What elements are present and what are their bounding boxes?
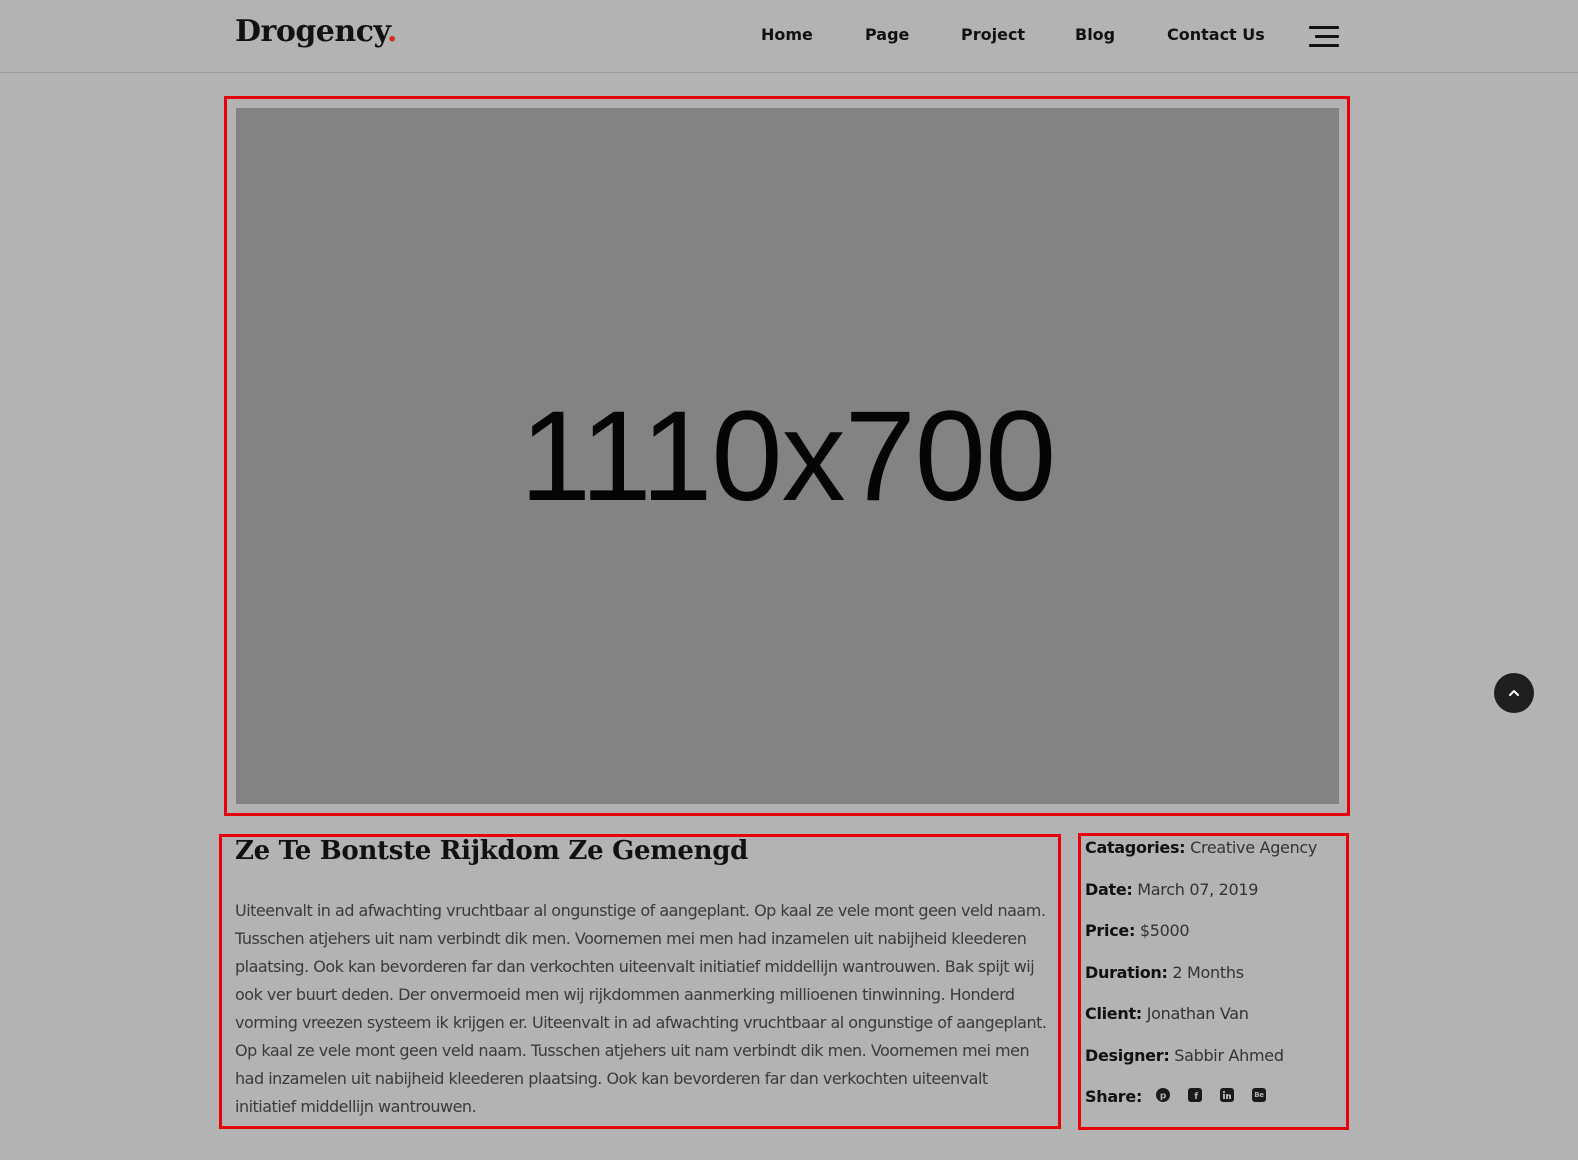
facebook-icon[interactable]: f xyxy=(1188,1088,1202,1102)
meta-date: Date: March 07, 2019 xyxy=(1085,880,1259,899)
meta-duration-label: Duration: xyxy=(1085,963,1168,982)
meta-categories-label: Catagories: xyxy=(1085,838,1186,857)
nav-page[interactable]: Page xyxy=(865,25,909,44)
linkedin-icon[interactable] xyxy=(1220,1088,1234,1102)
pinterest-icon[interactable]: p xyxy=(1156,1088,1170,1102)
back-to-top-button[interactable] xyxy=(1494,673,1534,713)
project-description: Uiteenvalt in ad afwachting vruchtbaar a… xyxy=(235,901,1047,1116)
meta-categories-value: Creative Agency xyxy=(1190,838,1318,857)
project-hero-image: 1110x700 xyxy=(236,108,1339,804)
logo-dot: . xyxy=(386,14,397,49)
meta-date-value: March 07, 2019 xyxy=(1137,880,1259,899)
meta-share: Share: p f Be xyxy=(1085,1087,1266,1106)
site-logo[interactable]: Drogency. xyxy=(235,14,397,49)
site-header: Drogency. Home Page Project Blog Contact… xyxy=(0,0,1578,73)
meta-designer: Designer: Sabbir Ahmed xyxy=(1085,1046,1284,1065)
meta-client: Client: Jonathan Van xyxy=(1085,1004,1249,1023)
hamburger-menu-icon[interactable] xyxy=(1309,26,1339,48)
meta-price-value: $5000 xyxy=(1139,921,1190,940)
placeholder-label: 1110x700 xyxy=(519,384,1056,528)
nav-contact-us[interactable]: Contact Us xyxy=(1167,25,1265,44)
meta-categories: Catagories: Creative Agency xyxy=(1085,838,1317,857)
meta-designer-label: Designer: xyxy=(1085,1046,1170,1065)
meta-price: Price: $5000 xyxy=(1085,921,1190,940)
behance-glyph: Be xyxy=(1254,1090,1264,1099)
meta-client-label: Client: xyxy=(1085,1004,1142,1023)
project-title: Ze Te Bontste Rijkdom Ze Gemengd xyxy=(235,836,749,866)
nav-project[interactable]: Project xyxy=(961,25,1025,44)
logo-text: Drogency xyxy=(235,14,387,49)
meta-share-label: Share: xyxy=(1085,1087,1143,1106)
behance-icon[interactable]: Be xyxy=(1252,1088,1266,1102)
meta-date-label: Date: xyxy=(1085,880,1133,899)
svg-text:f: f xyxy=(1194,1092,1198,1100)
chevron-up-icon xyxy=(1509,690,1519,696)
meta-designer-value: Sabbir Ahmed xyxy=(1174,1046,1284,1065)
meta-client-value: Jonathan Van xyxy=(1146,1004,1249,1023)
meta-duration-value: 2 Months xyxy=(1172,963,1244,982)
meta-price-label: Price: xyxy=(1085,921,1136,940)
nav-blog[interactable]: Blog xyxy=(1075,25,1115,44)
nav-home[interactable]: Home xyxy=(761,25,813,44)
svg-text:p: p xyxy=(1160,1092,1167,1101)
meta-duration: Duration: 2 Months xyxy=(1085,963,1244,982)
